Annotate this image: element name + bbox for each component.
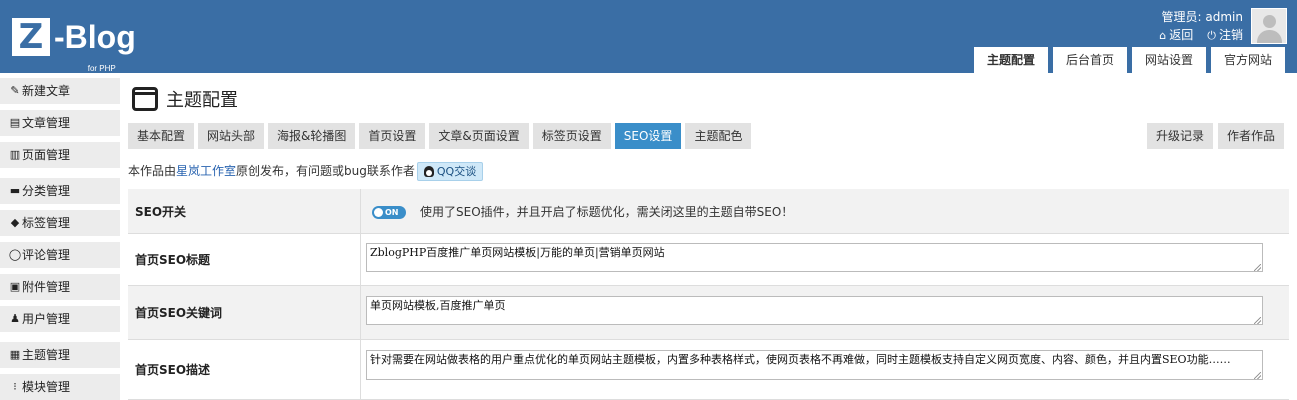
setting-label: 首页SEO标题 bbox=[128, 234, 361, 285]
top-tab-theme-config[interactable]: 主题配置 bbox=[973, 47, 1048, 73]
home-seo-keywords-input[interactable]: 单页网站模板,百度推广单页 bbox=[366, 296, 1263, 325]
avatar[interactable] bbox=[1251, 8, 1287, 44]
tab-poster-carousel[interactable]: 海报&轮播图 bbox=[268, 123, 356, 149]
sidebar-item-users[interactable]: ♟ 用户管理 bbox=[0, 306, 120, 332]
setting-label: SEO开关 bbox=[128, 189, 361, 233]
resize-grip-icon[interactable] bbox=[1254, 372, 1261, 379]
tab-article-page-settings[interactable]: 文章&页面设置 bbox=[429, 123, 529, 149]
back-label: 返回 bbox=[1169, 28, 1194, 42]
resize-grip-icon[interactable] bbox=[1254, 264, 1261, 271]
sidebar-item-comments[interactable]: ◯ 评论管理 bbox=[0, 242, 120, 268]
sidebar-item-label: 用户管理 bbox=[22, 312, 71, 326]
setting-label: 首页SEO关键词 bbox=[128, 286, 361, 339]
sidebar-item-label: 页面管理 bbox=[22, 148, 71, 162]
sidebar-item-categories[interactable]: ▬ 分类管理 bbox=[0, 178, 120, 204]
folder-icon: ▬ bbox=[9, 184, 21, 197]
logout-label: 注销 bbox=[1218, 28, 1243, 42]
home-seo-title-input[interactable]: ZblogPHP百度推广单页网站模板|万能的单页|营销单页网站 bbox=[366, 243, 1263, 272]
logo-text: -Blog for PHP bbox=[54, 18, 136, 73]
zblog-logo[interactable]: Z -Blog for PHP bbox=[12, 18, 136, 73]
module-icon: ⁝ bbox=[13, 380, 17, 393]
page-title: 主题配置 bbox=[132, 85, 238, 113]
seo-toggle[interactable]: ON bbox=[372, 206, 406, 219]
sidebar-item-articles[interactable]: ▤ 文章管理 bbox=[0, 110, 120, 136]
top-nav-tabs: 主题配置 后台首页 网站设置 官方网站 bbox=[973, 47, 1285, 73]
tab-home-settings[interactable]: 首页设置 bbox=[359, 123, 426, 149]
top-tab-site-settings[interactable]: 网站设置 bbox=[1131, 47, 1206, 73]
sidebar-item-label: 文章管理 bbox=[22, 116, 71, 130]
config-tabs: 基本配置 网站头部 海报&轮播图 首页设置 文章&页面设置 标签页设置 SEO设… bbox=[128, 123, 752, 149]
top-tab-official-site[interactable]: 官方网站 bbox=[1210, 47, 1285, 73]
avatar-body bbox=[1257, 30, 1282, 43]
top-header: Z -Blog for PHP 管理员: admin ⌂ 返回 ⏻ 注销 主题配置 … bbox=[0, 0, 1297, 73]
logo-mark: Z bbox=[12, 18, 50, 56]
qq-chat-button[interactable]: QQ交谈 bbox=[416, 161, 484, 181]
author-notice: 本作品由 星岚工作室 原创发布，有问题或bug联系作者 QQ交谈 bbox=[128, 161, 484, 181]
sidebar-item-attachments[interactable]: ▣ 附件管理 bbox=[0, 274, 120, 300]
tab-seo-settings[interactable]: SEO设置 bbox=[614, 123, 682, 149]
admin-label: 管理员: admin bbox=[1161, 10, 1243, 24]
resize-grip-icon[interactable] bbox=[1254, 317, 1261, 324]
home-seo-description-input[interactable]: 针对需要在网站做表格的用户重点优化的单页网站主题模板，内置多种表格样式，使网页表… bbox=[366, 350, 1263, 380]
sidebar-item-tags[interactable]: ◆ 标签管理 bbox=[0, 210, 120, 236]
page-title-text: 主题配置 bbox=[166, 90, 238, 111]
theme-icon: ▦ bbox=[9, 348, 21, 361]
sidebar: ✎ 新建文章 ▤ 文章管理 ▥ 页面管理 ▬ 分类管理 ◆ 标签管理 ◯ 评论管理 ▣ 附件管… bbox=[0, 73, 120, 400]
sidebar-item-label: 新建文章 bbox=[22, 84, 71, 98]
setting-label: 首页SEO描述 bbox=[128, 340, 361, 399]
article-icon: ▤ bbox=[9, 116, 21, 129]
tab-tag-page-settings[interactable]: 标签页设置 bbox=[532, 123, 611, 149]
setting-row-seo-switch: SEO开关 ON 使用了SEO插件，并且开启了标题优化，需关闭这里的主题自带SE… bbox=[128, 189, 1289, 234]
tab-site-header[interactable]: 网站头部 bbox=[198, 123, 265, 149]
studio-link[interactable]: 星岚工作室 bbox=[176, 161, 236, 181]
sidebar-item-label: 附件管理 bbox=[22, 280, 71, 294]
tab-basic-config[interactable]: 基本配置 bbox=[128, 123, 195, 149]
back-link[interactable]: ⌂ 返回 bbox=[1159, 26, 1193, 44]
user-icon: ♟ bbox=[10, 312, 20, 325]
attachment-icon: ▣ bbox=[9, 280, 21, 293]
changelog-button[interactable]: 升级记录 bbox=[1146, 123, 1213, 149]
avatar-head bbox=[1263, 15, 1276, 28]
logout-link[interactable]: ⏻ 注销 bbox=[1207, 26, 1243, 44]
setting-row-home-title: 首页SEO标题 ZblogPHP百度推广单页网站模板|万能的单页|营销单页网站 bbox=[128, 234, 1289, 286]
sidebar-item-label: 主题管理 bbox=[22, 348, 71, 362]
tab-theme-colors[interactable]: 主题配色 bbox=[685, 123, 752, 149]
seo-switch-description: 使用了SEO插件，并且开启了标题优化，需关闭这里的主题自带SEO！ bbox=[420, 205, 794, 219]
setting-row-home-keywords: 首页SEO关键词 单页网站模板,百度推广单页 bbox=[128, 286, 1289, 340]
notice-prefix: 本作品由 bbox=[128, 164, 177, 178]
page-icon: ▥ bbox=[9, 148, 21, 161]
setting-row-home-description: 首页SEO描述 针对需要在网站做表格的用户重点优化的单页网站主题模板，内置多种表… bbox=[128, 340, 1289, 400]
user-area: 管理员: admin ⌂ 返回 ⏻ 注销 bbox=[1159, 8, 1243, 44]
power-icon: ⏻ bbox=[1207, 29, 1216, 42]
window-icon bbox=[132, 87, 158, 111]
sidebar-item-label: 评论管理 bbox=[22, 248, 71, 262]
sidebar-item-modules[interactable]: ⁝ 模块管理 bbox=[0, 374, 120, 400]
top-tab-dashboard[interactable]: 后台首页 bbox=[1052, 47, 1127, 73]
comment-icon: ◯ bbox=[8, 248, 22, 261]
edit-icon: ✎ bbox=[10, 84, 20, 97]
sidebar-item-label: 模块管理 bbox=[22, 380, 71, 394]
sidebar-item-pages[interactable]: ▥ 页面管理 bbox=[0, 142, 120, 168]
qq-penguin-icon bbox=[423, 165, 434, 177]
author-works-button[interactable]: 作者作品 bbox=[1217, 123, 1284, 149]
sidebar-item-new-article[interactable]: ✎ 新建文章 bbox=[0, 78, 120, 104]
sidebar-item-themes[interactable]: ▦ 主题管理 bbox=[0, 342, 120, 368]
tag-icon: ◆ bbox=[10, 216, 20, 229]
qq-chat-label: QQ交谈 bbox=[436, 164, 477, 178]
home-icon: ⌂ bbox=[1159, 29, 1167, 42]
right-tabs: 升级记录 作者作品 bbox=[1146, 123, 1284, 149]
sidebar-item-label: 标签管理 bbox=[22, 216, 71, 230]
notice-suffix: 原创发布，有问题或bug联系作者 bbox=[236, 164, 415, 178]
sidebar-item-label: 分类管理 bbox=[22, 184, 71, 198]
